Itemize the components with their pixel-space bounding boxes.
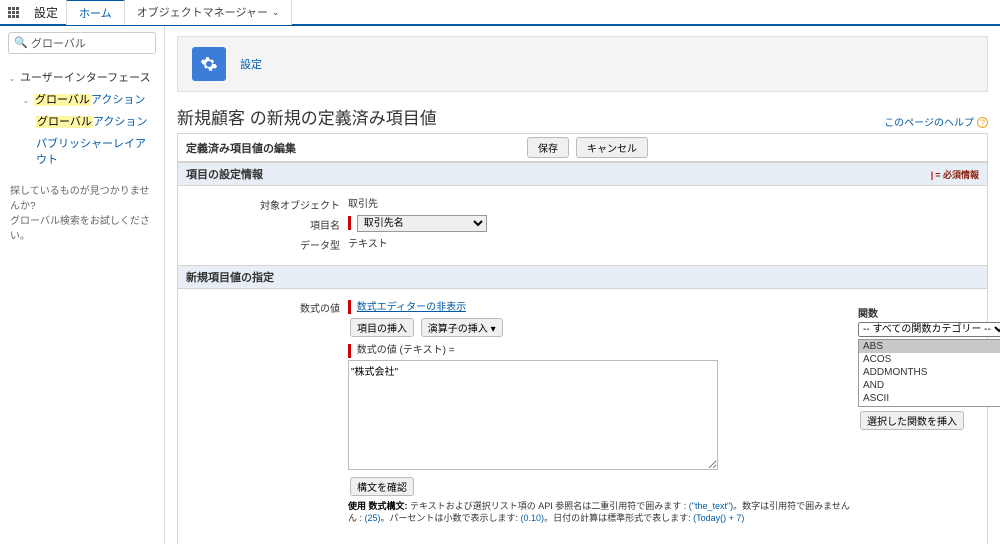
tips-example: (0.10) (521, 513, 545, 523)
formula-text-label: 数式の値 (テキスト) = (357, 345, 455, 356)
check-syntax-button[interactable]: 構文を確認 (350, 477, 414, 496)
label-formula: 数式の値 (188, 298, 348, 315)
save-button-top[interactable]: 保存 (527, 137, 569, 158)
quickfind-help1: 探しているものが見つかりませんか? (10, 184, 154, 214)
sidebar-item-hl: グローバル (34, 94, 91, 106)
cancel-button-top[interactable]: キャンセル (576, 137, 648, 158)
label-target-object: 対象オブジェクト (188, 195, 348, 212)
tips-example: ("the_text") (689, 501, 733, 511)
search-icon: 🔍 (14, 36, 28, 49)
tips-bold: 使用 数式構文: (348, 501, 408, 511)
section-info-title: 項目の設定情報 (186, 166, 263, 182)
chevron-down-icon: ⌄ (22, 96, 30, 105)
function-list[interactable]: ABS ACOS ADDMONTHS AND ASCII ASIN (858, 339, 1000, 407)
tips-text: 。数字は引用符で囲みません (733, 501, 850, 511)
page-title: 新規顧客 の新規の定義済み項目値 (177, 104, 437, 129)
chevron-down-icon: ⌄ (272, 7, 280, 18)
label-datatype: データ型 (188, 235, 348, 252)
sidebar-item-publisher-layouts[interactable]: パブリッシャーレイアウト (8, 132, 156, 170)
button-label: 演算子の挿入 (428, 324, 488, 335)
function-item[interactable]: ADDMONTHS (859, 366, 1000, 379)
sidebar-item-label: アクション (93, 116, 147, 128)
function-item[interactable]: ASIN (859, 405, 1000, 407)
section-newval-title: 新規項目値の指定 (186, 269, 274, 285)
tips-example: (25) (365, 513, 381, 523)
sidebar-item-global-actions[interactable]: ⌄ グローバルアクション (8, 88, 156, 110)
required-note: = 必須情報 (935, 170, 979, 180)
help-icon: ? (977, 117, 988, 128)
label-fieldname: 項目名 (188, 215, 348, 232)
sidebar-item-label: アクション (91, 94, 145, 106)
sidebar-item-ui[interactable]: ⌄ ユーザーインターフェース (8, 66, 156, 88)
formula-textarea[interactable]: "株式会社" (348, 360, 718, 470)
dropdown-caret-icon: ▾ (491, 324, 496, 335)
sidebar-item-label: パブリッシャーレイアウト (36, 138, 146, 166)
function-item[interactable]: AND (859, 379, 1000, 392)
insert-operator-button[interactable]: 演算子の挿入 ▾ (421, 318, 503, 337)
quick-find-input[interactable] (8, 32, 156, 54)
insert-field-button[interactable]: 項目の挿入 (350, 318, 414, 337)
banner: 設定 (177, 36, 988, 92)
help-link-text: このページのヘルプ (884, 118, 974, 129)
tab-home[interactable]: ホーム (66, 0, 125, 25)
insert-selected-function-button[interactable]: 選択した関数を挿入 (860, 411, 964, 430)
sidebar-item-label: ユーザーインターフェース (20, 72, 151, 84)
hide-formula-editor-link[interactable]: 数式エディターの非表示 (357, 302, 466, 313)
tips-text: 。パーセントは小数で表示します: (381, 513, 521, 523)
function-item[interactable]: ABS (859, 340, 1000, 353)
section-edit-title: 定義済み項目値の編集 (186, 140, 296, 156)
function-category-select[interactable]: -- すべての関数カテゴリー -- (858, 322, 1000, 337)
sidebar-item-global-actions-sub[interactable]: グローバルアクション (8, 110, 156, 132)
chevron-down-icon: ⌄ (8, 74, 16, 83)
function-item[interactable]: ASCII (859, 392, 1000, 405)
banner-setup-link[interactable]: 設定 (240, 56, 262, 72)
tab-object-manager[interactable]: オブジェクトマネージャー ⌄ (125, 0, 293, 25)
tips-text: テキストおよび選択リスト項の API 参照名は二重引用符で囲みます : (408, 501, 689, 511)
app-launcher-icon[interactable] (0, 7, 26, 18)
setup-brand: 設定 (26, 4, 66, 21)
functions-label: 関数 (858, 309, 878, 320)
gear-icon (192, 47, 226, 81)
value-datatype: テキスト (348, 235, 388, 250)
function-item[interactable]: ACOS (859, 353, 1000, 366)
quickfind-help2: グローバル検索をお試しください。 (10, 214, 154, 244)
tips-example: (Today() + 7) (693, 513, 744, 523)
page-help-link[interactable]: このページのヘルプ? (884, 114, 988, 129)
tab-label: ホーム (79, 5, 112, 21)
tips-text: ん : (348, 513, 365, 523)
sidebar-item-hl: グローバル (36, 116, 93, 128)
tab-label: オブジェクトマネージャー (137, 4, 268, 20)
value-target-object: 取引先 (348, 195, 378, 210)
fieldname-select[interactable]: 取引先名 (357, 215, 487, 232)
tips-text: 。日付の計算は標準形式で表します: (544, 513, 693, 523)
